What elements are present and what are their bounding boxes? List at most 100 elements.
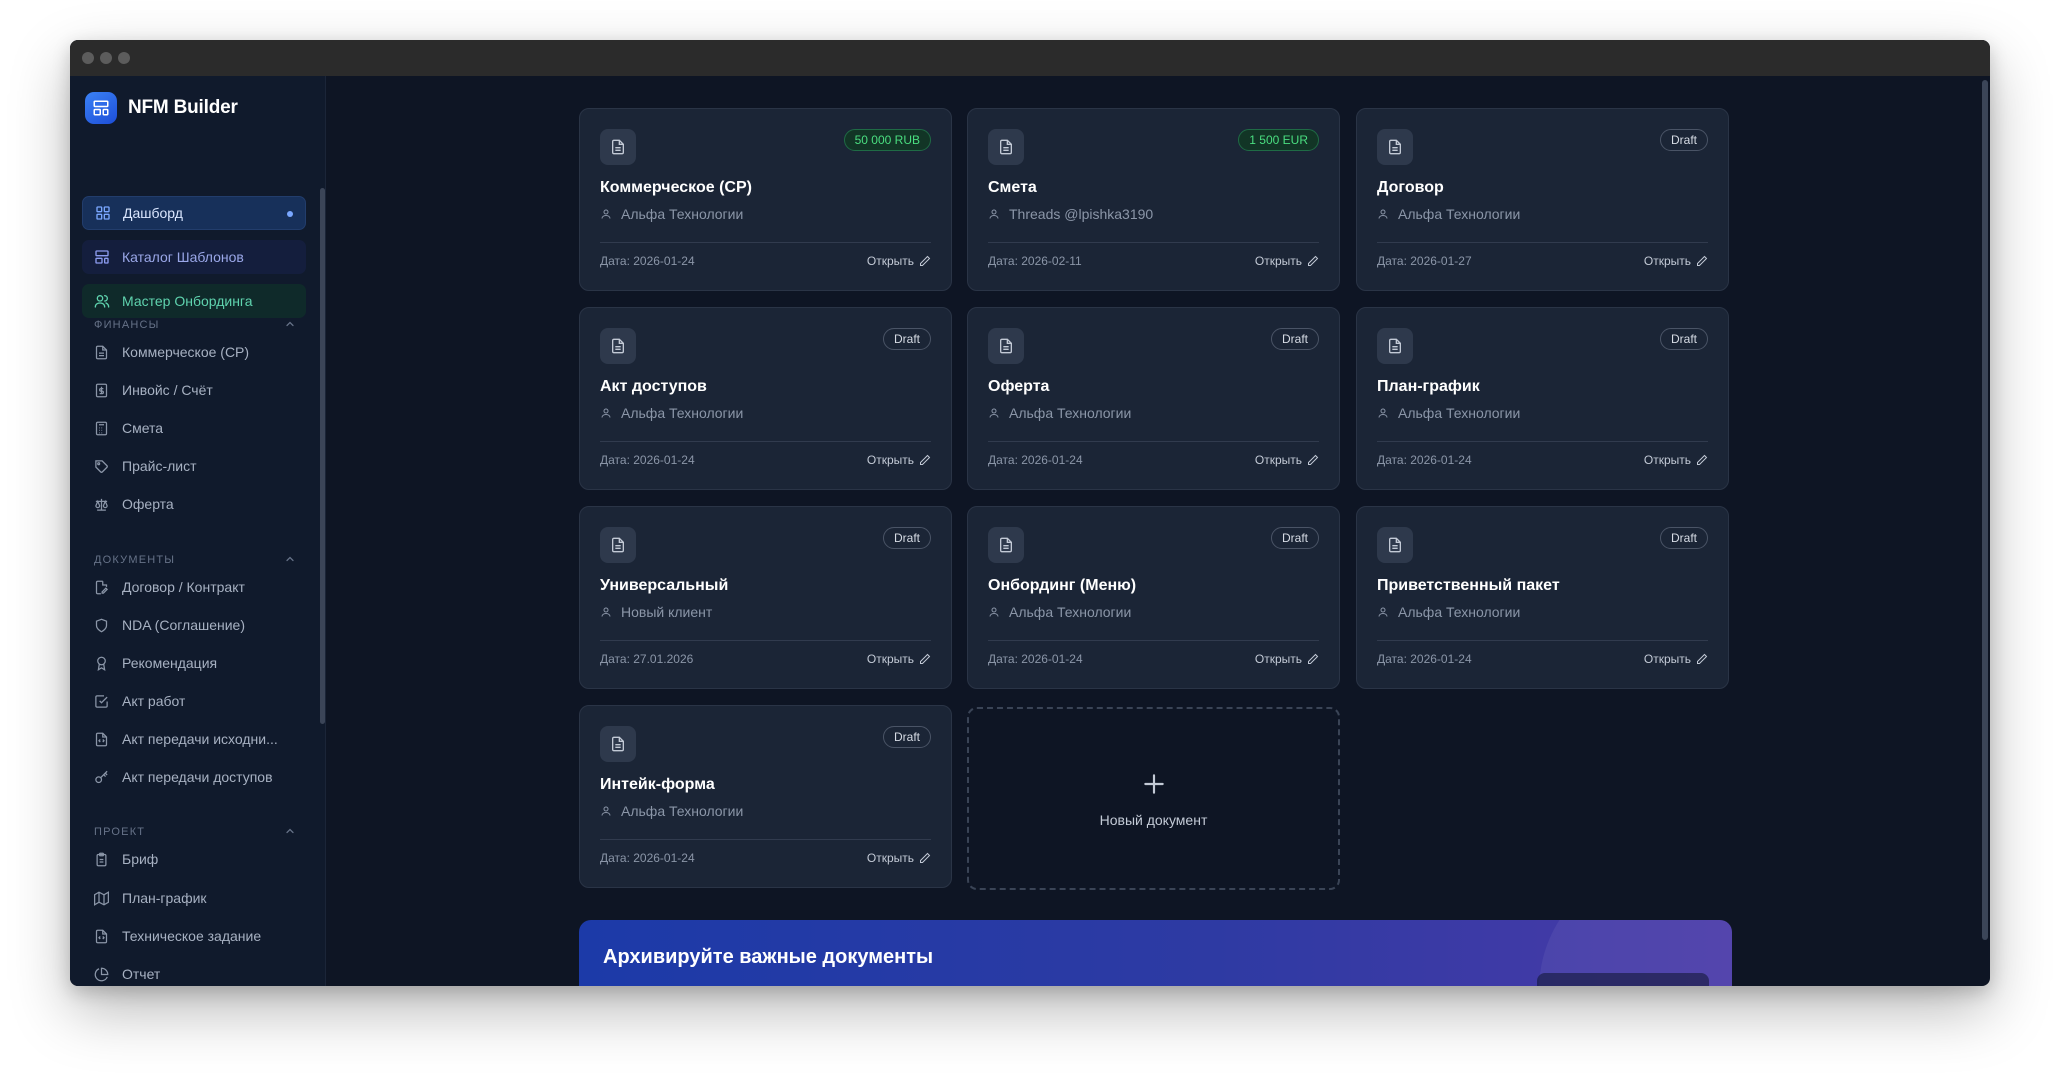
open-document-link[interactable]: Открыть	[867, 453, 931, 467]
nav-dashboard[interactable]: Дашборд	[82, 196, 306, 230]
sidebar-item-nda[interactable]: NDA (Соглашение)	[94, 611, 306, 639]
chevron-up-icon[interactable]	[284, 553, 296, 565]
document-card[interactable]: Draft Акт доступов Альфа Технологии Дата…	[579, 307, 952, 490]
file-text-icon	[95, 345, 108, 359]
client-name: Альфа Технологии	[1398, 405, 1521, 421]
chevron-up-icon[interactable]	[284, 825, 296, 837]
sidebar-item-recommendation[interactable]: Рекомендация	[94, 649, 306, 677]
sidebar-item-label: Смета	[122, 420, 164, 436]
open-label: Открыть	[1643, 254, 1691, 268]
document-icon	[988, 129, 1024, 165]
document-title: План-график	[1377, 378, 1480, 395]
sidebar-item-contract[interactable]: Договор / Контракт	[94, 573, 306, 601]
sidebar-item-label: Акт передачи доступов	[122, 769, 273, 785]
chevron-up-icon[interactable]	[284, 318, 296, 330]
card-divider	[600, 640, 931, 641]
open-label: Открыть	[866, 851, 914, 865]
map-icon	[94, 890, 109, 906]
client-name: Threads @lpishka3190	[1009, 206, 1154, 222]
layout-template-icon	[95, 250, 109, 264]
user-icon	[1378, 408, 1388, 418]
new-document-card[interactable]: Новый документ	[967, 707, 1340, 890]
nav-onboarding-wizard[interactable]: Мастер Онбординга	[82, 284, 306, 318]
document-card[interactable]: Draft Интейк-форма Альфа Технологии Дата…	[579, 705, 952, 888]
open-document-link[interactable]: Открыть	[1644, 652, 1708, 666]
document-icon	[988, 328, 1024, 364]
document-icon	[600, 328, 636, 364]
sidebar-item-report[interactable]: Отчет	[94, 960, 306, 986]
sidebar-item-invoice[interactable]: Инвойс / Счёт	[94, 376, 306, 404]
sidebar-item-label: Оферта	[122, 496, 174, 512]
sidebar-item-work-act[interactable]: Акт работ	[94, 687, 306, 715]
brand[interactable]: NFM Builder	[85, 92, 238, 124]
sidebar-item-label: Рекомендация	[122, 655, 218, 671]
sidebar-item-label: Техническое задание	[122, 928, 262, 944]
document-card[interactable]: Draft Онбординг (Меню) Альфа Технологии …	[967, 506, 1340, 689]
users-icon	[94, 295, 110, 308]
open-document-link[interactable]: Открыть	[867, 851, 931, 865]
open-label: Открыть	[1643, 453, 1691, 467]
sidebar-item-label: Акт работ	[122, 693, 186, 709]
sidebar-item-tech-spec[interactable]: Техническое задание	[94, 922, 306, 950]
document-card[interactable]: Draft Оферта Альфа Технологии Дата: 2026…	[967, 307, 1340, 490]
user-icon	[601, 607, 611, 617]
banner-action-button[interactable]	[1537, 973, 1709, 986]
client-name: Альфа Технологии	[1398, 604, 1521, 620]
sidebar-item-estimate[interactable]: Смета	[94, 414, 306, 442]
nav-template-catalog[interactable]: Каталог Шаблонов	[82, 240, 306, 274]
open-label: Открыть	[866, 453, 914, 467]
open-document-link[interactable]: Открыть	[867, 254, 931, 268]
user-icon	[989, 209, 999, 219]
main-scrollbar[interactable]	[1982, 80, 1988, 940]
document-icon	[1377, 129, 1413, 165]
status-badge: Draft	[1270, 328, 1319, 350]
window-maximize-button[interactable]	[118, 52, 130, 64]
document-icon	[600, 527, 636, 563]
window-close-button[interactable]	[82, 52, 94, 64]
app-window: NFM Builder Дашборд Каталог Шаблонов Мас…	[70, 40, 1990, 986]
document-card[interactable]: Draft Приветственный пакет Альфа Техноло…	[1356, 506, 1729, 689]
document-card[interactable]: 50 000 RUB Коммерческое (СР) Альфа Техно…	[579, 108, 952, 291]
client-line: Альфа Технологии	[1377, 206, 1520, 222]
document-card[interactable]: Draft Универсальный Новый клиент Дата: 2…	[579, 506, 952, 689]
pencil-icon	[1697, 653, 1708, 664]
document-title: Приветственный пакет	[1377, 577, 1560, 594]
file-code-icon	[95, 732, 108, 746]
client-line: Альфа Технологии	[600, 206, 743, 222]
check-square-icon	[95, 694, 108, 708]
archive-banner: Архивируйте важные документы	[579, 920, 1732, 986]
sidebar-item-price-list[interactable]: Прайс-лист	[94, 452, 306, 480]
banner-title: Архивируйте важные документы	[603, 946, 934, 968]
sidebar-item-brief[interactable]: Бриф	[94, 845, 306, 873]
window-minimize-button[interactable]	[100, 52, 112, 64]
open-document-link[interactable]: Открыть	[1255, 453, 1319, 467]
shield-icon	[95, 618, 108, 632]
open-label: Открыть	[1643, 652, 1691, 666]
sidebar-item-access-transfer[interactable]: Акт передачи доступов	[94, 763, 306, 791]
sidebar-item-offer[interactable]: Оферта	[94, 490, 306, 518]
status-badge: 50 000 RUB	[843, 129, 931, 151]
open-document-link[interactable]: Открыть	[867, 652, 931, 666]
sidebar-item-label: Коммерческое (СР)	[122, 344, 250, 360]
open-label: Открыть	[1254, 254, 1302, 268]
document-title: Коммерческое (СР)	[600, 179, 752, 196]
sidebar-item-schedule[interactable]: План-график	[94, 884, 306, 912]
open-document-link[interactable]: Открыть	[1644, 453, 1708, 467]
document-title: Смета	[988, 179, 1037, 196]
client-name: Альфа Технологии	[621, 405, 744, 421]
document-card[interactable]: 1 500 EUR Смета Threads @lpishka3190 Дат…	[967, 108, 1340, 291]
client-line: Альфа Технологии	[988, 405, 1131, 421]
card-divider	[1377, 441, 1708, 442]
sidebar-item-source-transfer[interactable]: Акт передачи исходни...	[94, 725, 306, 753]
file-code-icon	[95, 929, 108, 943]
sidebar-scrollbar[interactable]	[320, 188, 325, 724]
open-document-link[interactable]: Открыть	[1644, 254, 1708, 268]
open-label: Открыть	[1254, 652, 1302, 666]
open-document-link[interactable]: Открыть	[1255, 652, 1319, 666]
open-document-link[interactable]: Открыть	[1255, 254, 1319, 268]
document-card[interactable]: Draft План-график Альфа Технологии Дата:…	[1356, 307, 1729, 490]
document-card[interactable]: Draft Договор Альфа Технологии Дата: 202…	[1356, 108, 1729, 291]
sidebar-item-commercial[interactable]: Коммерческое (СР)	[94, 338, 306, 366]
document-date: Дата: 2026-01-24	[600, 453, 695, 467]
card-divider	[600, 441, 931, 442]
